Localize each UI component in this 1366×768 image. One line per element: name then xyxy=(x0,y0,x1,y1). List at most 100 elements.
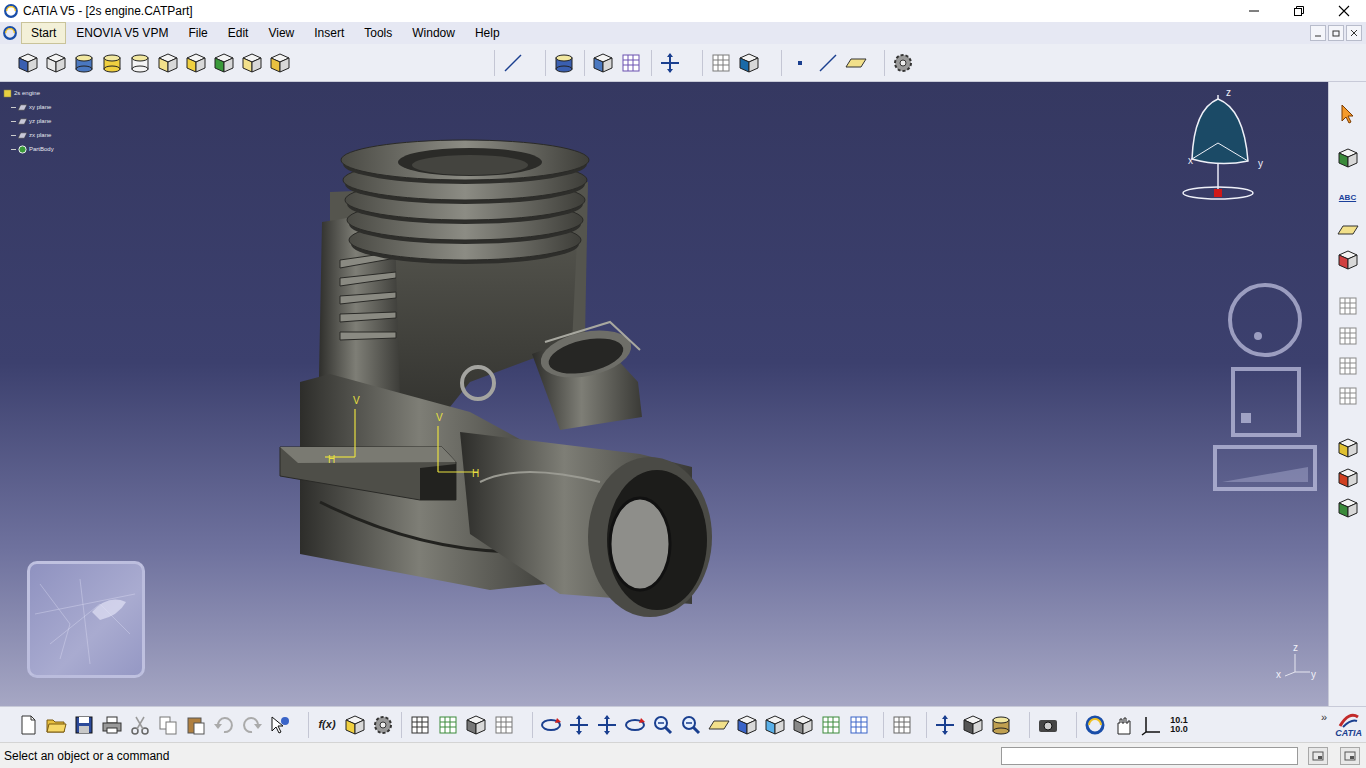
hide-show-button[interactable] xyxy=(817,711,845,739)
doc-minimize-button[interactable] xyxy=(1310,25,1326,41)
new-button[interactable] xyxy=(14,711,42,739)
rotate-button[interactable] xyxy=(621,711,649,739)
paste-button[interactable] xyxy=(182,711,210,739)
hole-button[interactable] xyxy=(126,49,154,77)
command-options-button[interactable] xyxy=(1340,747,1360,765)
measure-item-button[interactable] xyxy=(959,711,987,739)
compass[interactable]: zxy xyxy=(1178,87,1270,205)
save-button[interactable] xyxy=(70,711,98,739)
measure-table-button[interactable] xyxy=(888,711,916,739)
slot-button[interactable] xyxy=(182,49,210,77)
tree-node[interactable]: PartBody xyxy=(3,142,54,156)
command-input[interactable] xyxy=(1001,747,1298,765)
view-navigation[interactable] xyxy=(1215,285,1315,489)
menu-item[interactable]: Insert xyxy=(304,22,354,44)
analysis-button[interactable] xyxy=(707,49,735,77)
text-button[interactable]: ABC xyxy=(1334,184,1362,212)
catalog-button[interactable] xyxy=(369,711,397,739)
measure-between-button[interactable] xyxy=(931,711,959,739)
pad-button[interactable] xyxy=(14,49,42,77)
tree-view-button[interactable] xyxy=(434,711,462,739)
redo-button[interactable] xyxy=(238,711,266,739)
point-button[interactable] xyxy=(786,49,814,77)
normal-view-button[interactable] xyxy=(705,711,733,739)
zoom-out-button[interactable] xyxy=(677,711,705,739)
boolean-button[interactable] xyxy=(550,49,578,77)
knowledge-button[interactable] xyxy=(341,711,369,739)
fly-button[interactable] xyxy=(537,711,565,739)
engine-model[interactable]: VHVHzxy xyxy=(0,82,1328,706)
whats-this-button[interactable] xyxy=(266,711,294,739)
table-button[interactable] xyxy=(406,711,434,739)
tree-node[interactable]: xy plane xyxy=(3,100,54,114)
feature-button[interactable] xyxy=(1334,352,1362,380)
split-button[interactable] xyxy=(589,49,617,77)
print-button[interactable] xyxy=(98,711,126,739)
menu-item[interactable]: Start xyxy=(21,22,66,44)
mass-button[interactable] xyxy=(987,711,1015,739)
plane-button[interactable] xyxy=(842,49,870,77)
pan-button[interactable] xyxy=(593,711,621,739)
stiffener-button[interactable] xyxy=(210,49,238,77)
copy-button[interactable] xyxy=(154,711,182,739)
specification-tree[interactable]: 2s enginexy planeyz planezx planePartBod… xyxy=(3,86,54,156)
pocket-button[interactable] xyxy=(42,49,70,77)
command-list-button[interactable] xyxy=(1308,747,1328,765)
loft-button[interactable] xyxy=(238,49,266,77)
constraint-button[interactable] xyxy=(1334,292,1362,320)
settings-button[interactable] xyxy=(889,49,917,77)
tree-node[interactable]: yz plane xyxy=(3,114,54,128)
reference-button[interactable] xyxy=(1334,322,1362,350)
shading-button[interactable] xyxy=(761,711,789,739)
open-button[interactable] xyxy=(42,711,70,739)
background-tile[interactable] xyxy=(27,561,145,678)
transform-button[interactable] xyxy=(656,49,684,77)
maximize-button[interactable] xyxy=(1276,0,1321,22)
3d-viewport[interactable]: 2s enginexy planeyz planezx planePartBod… xyxy=(0,82,1328,706)
close-button[interactable] xyxy=(1321,0,1366,22)
doc-restore-button[interactable] xyxy=(1328,25,1344,41)
sketcher-button[interactable] xyxy=(499,49,527,77)
menu-item[interactable]: ENOVIA V5 VPM xyxy=(66,22,178,44)
flag-note-button[interactable] xyxy=(1334,216,1362,244)
sketch-body-button[interactable] xyxy=(1334,144,1362,172)
tree-node[interactable]: 2s engine xyxy=(3,86,54,100)
groove-button[interactable] xyxy=(98,49,126,77)
menu-item[interactable]: Help xyxy=(465,22,510,44)
menu-item[interactable]: Window xyxy=(402,22,465,44)
apply-material-button[interactable] xyxy=(1334,434,1362,462)
undo-button[interactable] xyxy=(210,711,238,739)
menu-item[interactable]: View xyxy=(258,22,304,44)
rib-button[interactable] xyxy=(154,49,182,77)
minimize-button[interactable] xyxy=(1231,0,1276,22)
draft-analysis-button[interactable] xyxy=(735,49,763,77)
scene-button[interactable] xyxy=(1334,494,1362,522)
remove-loft-button[interactable] xyxy=(266,49,294,77)
dimension-button[interactable] xyxy=(1334,382,1362,410)
shaft-button[interactable] xyxy=(70,49,98,77)
update-button[interactable] xyxy=(1081,711,1109,739)
cut-button[interactable] xyxy=(126,711,154,739)
toolbar-overflow-button[interactable]: » xyxy=(1321,709,1327,726)
specs-button[interactable] xyxy=(490,711,518,739)
pattern-button[interactable] xyxy=(617,49,645,77)
manipulate-button[interactable] xyxy=(1109,711,1137,739)
line-button[interactable] xyxy=(814,49,842,77)
menu-item[interactable]: Tools xyxy=(354,22,402,44)
doc-close-button[interactable] xyxy=(1346,25,1362,41)
formula-button[interactable]: f(x) xyxy=(313,711,341,739)
menu-item[interactable]: File xyxy=(178,22,217,44)
select-button[interactable] xyxy=(1334,100,1362,128)
capture-button[interactable] xyxy=(1034,711,1062,739)
zoom-in-button[interactable] xyxy=(649,711,677,739)
tree-node[interactable]: zx plane xyxy=(3,128,54,142)
iso-view-button[interactable] xyxy=(733,711,761,739)
fit-all-button[interactable] xyxy=(565,711,593,739)
units-button[interactable]: 10.110.0 xyxy=(1165,711,1193,739)
axis-button[interactable] xyxy=(1137,711,1165,739)
menu-item[interactable]: Edit xyxy=(218,22,259,44)
lock-button[interactable] xyxy=(462,711,490,739)
swap-visible-button[interactable] xyxy=(845,711,873,739)
render-button[interactable] xyxy=(1334,464,1362,492)
wireframe-button[interactable] xyxy=(789,711,817,739)
